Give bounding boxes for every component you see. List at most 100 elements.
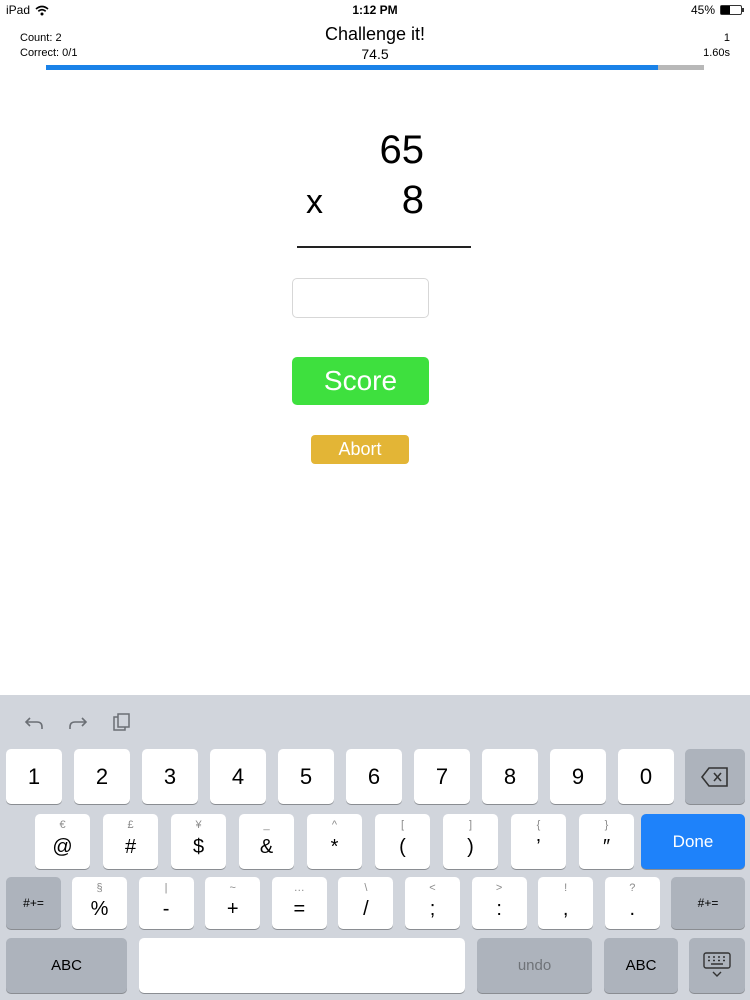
key-label: ; [429,898,436,920]
key-label: 1 [27,764,41,789]
key-label: 3 [163,764,177,789]
key-label: ″ [602,836,611,858]
key-alt-label: … [293,882,305,894]
key-row2-1[interactable]: £ # [103,814,158,869]
operand-1: 65 [379,128,425,172]
key-row2-8[interactable]: } ″ [579,814,634,869]
key-alt-label: ] [468,819,473,831]
key-7[interactable]: 7 [414,749,470,804]
operand-2: 8 [401,178,424,222]
keyboard: 1 2 3 4 5 6 7 8 9 0 € @ £ # ¥ $ _ & ^ *[(]){’} ″ Done #+= §% | - ~… [0,695,750,1000]
key-row3-0[interactable]: §% [72,877,127,929]
key-1[interactable]: 1 [6,749,62,804]
key-row2-4[interactable]: ^ * [307,814,362,869]
key-label: 6 [367,764,381,789]
space-key[interactable] [139,938,465,993]
key-alt-label: [ [400,819,405,831]
key-row2-3[interactable]: _ & [239,814,294,869]
key-alt-label: < [429,882,436,894]
key-alt-label: _ [263,819,270,831]
key-label: % [90,898,109,920]
key-row3-7[interactable]: !, [538,877,594,929]
battery-percent: 45% [690,3,715,17]
answer-input[interactable] [292,278,429,318]
backspace-icon [700,767,728,787]
key-label: ( [399,836,406,858]
key-row2-6[interactable]: ]) [443,814,498,869]
key-row3-5[interactable]: <; [405,877,460,929]
key-alt-label: \ [364,882,368,894]
key-label: : [496,898,502,920]
key-alt-label: ¥ [195,819,202,831]
operator-sign: x [306,183,323,221]
right-counter: 1 [723,32,730,44]
key-label: @ [52,836,73,858]
key-alt-label: £ [127,819,134,831]
key-6[interactable]: 6 [346,749,402,804]
key-row3-1[interactable]: | - [138,877,194,929]
key-row2-5[interactable]: [( [375,814,430,869]
key-label: ’ [536,836,541,858]
key-0[interactable]: 0 [618,749,674,804]
key-row3-2[interactable]: ~ + [205,877,261,929]
key-label: , [562,898,569,920]
key-row3-8[interactable]: ?. [604,877,660,929]
score-button[interactable]: Score [292,357,429,405]
keyboard-shortcut-bar [22,710,134,734]
paste-icon[interactable] [110,710,134,734]
key-label: & [259,836,274,858]
key-alt-label: ^ [331,819,338,831]
key-2[interactable]: 2 [74,749,130,804]
key-9[interactable]: 9 [550,749,606,804]
abc-key-left[interactable]: ABC [6,938,127,993]
delete-key[interactable] [685,749,745,804]
key-row3-4[interactable]: \ / [338,877,394,929]
symbols-key-right[interactable]: #+= [671,877,745,929]
done-key[interactable]: Done [641,814,745,869]
abc-key-right[interactable]: ABC [604,938,678,993]
key-label: . [629,898,636,920]
key-row2-7[interactable]: {’ [511,814,566,869]
key-label: ABC [625,957,657,974]
keyboard-dismiss-key[interactable] [689,938,745,993]
key-label: / [363,898,369,920]
key-label: 4 [231,764,245,789]
key-label: 5 [299,764,313,789]
key-alt-label: ? [629,882,636,894]
abort-button[interactable]: Abort [311,435,409,464]
key-label: undo [517,957,552,974]
key-label: ) [467,836,474,858]
undo-key[interactable]: undo [477,938,592,993]
key-alt-label: | [164,882,168,894]
key-label: ABC [51,957,82,974]
key-row2-0[interactable]: € @ [35,814,90,869]
key-alt-label: ! [564,882,568,894]
score-value: 74.5 [361,46,389,62]
keyboard-dismiss-icon [703,952,731,977]
key-8[interactable]: 8 [482,749,538,804]
key-4[interactable]: 4 [210,749,266,804]
key-alt-label: { [536,819,541,831]
page-title: Challenge it! [324,24,426,44]
key-5[interactable]: 5 [278,749,334,804]
battery-icon [720,5,744,15]
timer-label: 1.60s [703,47,730,59]
redo-icon[interactable] [66,710,90,734]
key-row3-3[interactable]: … = [271,877,327,929]
key-label: * [330,836,339,858]
key-3[interactable]: 3 [142,749,198,804]
key-label: #+= [23,896,44,910]
key-alt-label: > [495,882,503,894]
key-row2-2[interactable]: ¥ $ [171,814,226,869]
status-time: 1:12 PM [352,3,398,17]
key-label: Done [672,832,714,851]
key-alt-label: § [96,882,103,894]
key-label: 9 [571,764,585,789]
key-label: #+= [697,896,719,910]
key-label: # [124,836,137,858]
undo-icon[interactable] [22,710,46,734]
answer-divider-line [297,246,471,248]
symbols-key-left[interactable]: #+= [6,877,61,929]
status-bar: iPad 1:12 PM 45% [0,0,750,22]
key-row3-6[interactable]: >: [471,877,527,929]
